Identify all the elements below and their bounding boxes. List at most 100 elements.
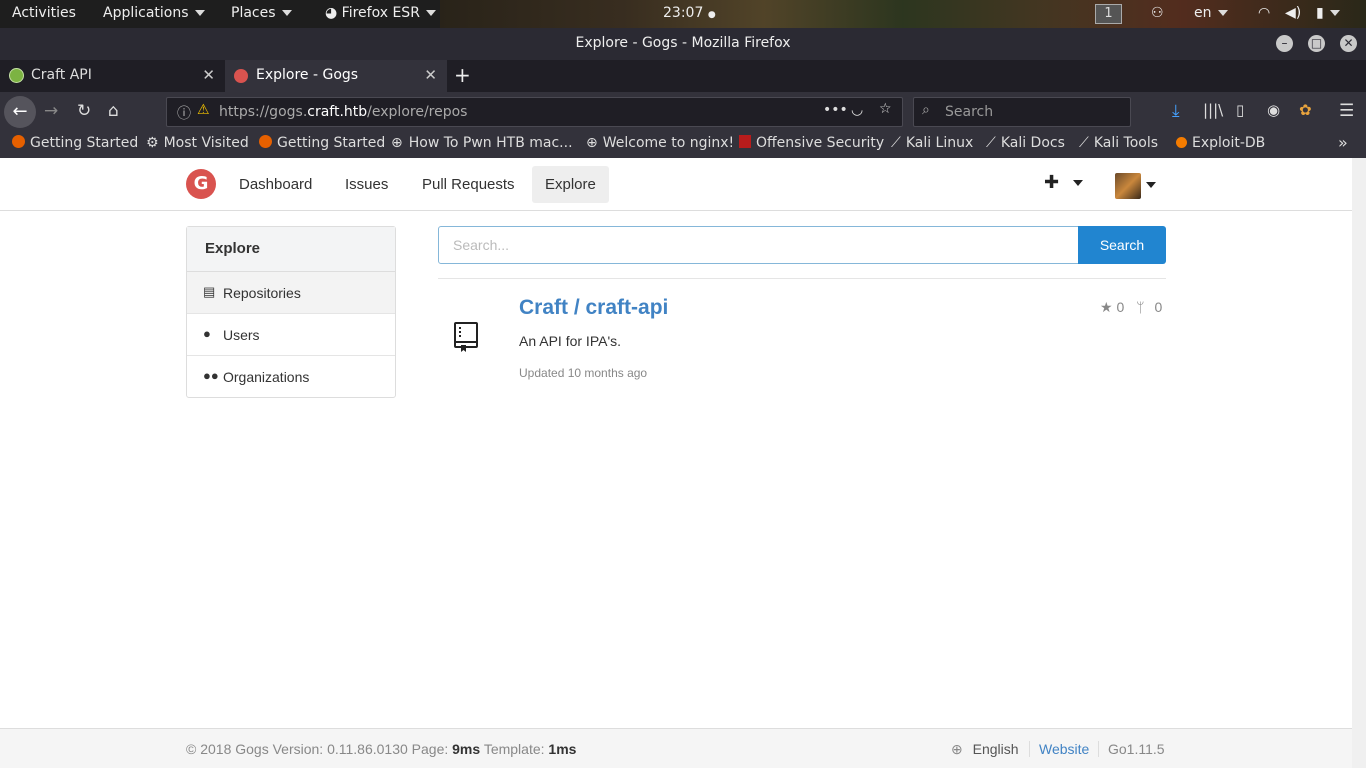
gogs-favicon-icon <box>234 69 248 83</box>
language-menu[interactable]: en <box>1194 5 1228 21</box>
craft-favicon-icon <box>9 68 24 83</box>
sidebar-icon[interactable]: ▯ <box>1236 101 1244 119</box>
close-tab-icon[interactable]: ✕ <box>424 66 437 84</box>
firefox-app-menu[interactable]: ◕ Firefox ESR <box>325 5 436 21</box>
bookmark-kali-linux[interactable]: ⟋ Kali Linux <box>891 135 973 151</box>
window-title: Explore - Gogs - Mozilla Firefox <box>575 35 791 51</box>
chevron-down-icon[interactable] <box>1146 182 1156 188</box>
page-actions-icon[interactable]: ••• <box>823 102 848 118</box>
bookmark-star-icon[interactable]: ☆ <box>879 101 892 117</box>
page-footer: © 2018 Gogs Version: 0.11.86.0130 Page: … <box>0 728 1352 768</box>
star-count: 0 <box>1116 299 1125 315</box>
book-icon: ▤ <box>203 284 216 299</box>
sidebar-item-repositories[interactable]: ▤ Repositories <box>187 272 395 314</box>
info-icon[interactable]: ⓘ <box>177 103 191 123</box>
sidebar-title: Explore <box>187 227 395 272</box>
firefox-icon <box>259 135 272 148</box>
nav-explore[interactable]: Explore <box>532 166 609 203</box>
gogs-header: G Dashboard Issues Pull Requests Explore… <box>0 158 1352 211</box>
gear-icon: ⚙ <box>146 135 159 151</box>
url-text[interactable]: https://gogs.craft.htb/explore/repos <box>219 104 467 120</box>
gogs-logo-icon[interactable]: G <box>186 169 216 199</box>
activities-button[interactable]: Activities <box>12 5 76 21</box>
firefox-icon: ◕ <box>325 5 342 21</box>
clock[interactable]: 23:07 ● <box>663 5 716 21</box>
nav-pull-requests[interactable]: Pull Requests <box>422 176 515 193</box>
close-tab-icon[interactable]: ✕ <box>202 66 215 84</box>
places-menu[interactable]: Places <box>231 5 292 21</box>
kali-dragon-icon: ⟋ <box>986 135 996 151</box>
scrollbar[interactable] <box>1352 158 1366 768</box>
bookmark-nginx[interactable]: ⊕ Welcome to nginx! <box>586 135 734 151</box>
tab-label: Explore - Gogs <box>256 67 359 83</box>
chevron-down-icon <box>194 10 205 16</box>
website-link[interactable]: Website <box>1029 741 1089 757</box>
explore-sidebar: Explore ▤ Repositories ● Users ●● Organizat… <box>186 226 396 398</box>
insecure-warning-icon[interactable]: ⚠ <box>197 102 210 118</box>
home-button[interactable]: ⌂ <box>108 101 119 121</box>
offsec-icon <box>739 135 751 148</box>
firefox-icon <box>12 135 25 148</box>
library-icon[interactable]: |||\ <box>1203 101 1223 119</box>
tab-label: Craft API <box>31 67 92 83</box>
menu-icon[interactable]: ☰ <box>1339 101 1354 121</box>
minimize-button[interactable]: – <box>1276 35 1293 52</box>
globe-icon: ⊕ <box>951 741 963 757</box>
search-input[interactable] <box>438 226 1079 264</box>
repo-stats: ★ 0 ᛘ 0 <box>1100 299 1162 316</box>
create-new-menu[interactable]: ✚ <box>1044 172 1083 193</box>
pocket-icon[interactable]: ◡ <box>851 102 863 118</box>
applications-menu[interactable]: Applications <box>103 5 205 21</box>
chevron-down-icon <box>1217 10 1228 16</box>
sidebar-item-organizations[interactable]: ●● Organizations <box>187 356 395 398</box>
browser-search-input[interactable]: ⌕ Search <box>913 97 1131 127</box>
footer-version: © 2018 Gogs Version: 0.11.86.0130 Page: … <box>186 741 577 757</box>
globe-icon: ⊕ <box>586 135 598 151</box>
tab-explore-gogs[interactable]: Explore - Gogs ✕ <box>225 60 447 92</box>
forward-button[interactable]: → <box>44 101 58 121</box>
bookmark-most-visited[interactable]: ⚙ Most Visited <box>146 135 249 151</box>
back-button[interactable]: ← <box>4 96 36 128</box>
url-bar[interactable]: ⓘ ⚠ https://gogs.craft.htb/explore/repos… <box>166 97 903 127</box>
sidebar-item-users[interactable]: ● Users <box>187 314 395 356</box>
chevron-down-icon <box>281 10 292 16</box>
web-page: G Dashboard Issues Pull Requests Explore… <box>0 158 1352 768</box>
bookmark-exploit-db[interactable]: Exploit-DB <box>1176 135 1265 151</box>
bookmark-kali-docs[interactable]: ⟋ Kali Docs <box>986 135 1065 151</box>
more-bookmarks-icon[interactable]: » <box>1338 133 1348 152</box>
repo-link[interactable]: Craft / craft-api <box>519 296 668 320</box>
bookmark-pwn-htb[interactable]: ⊕ How To Pwn HTB mac... <box>391 135 573 151</box>
reload-button[interactable]: ↻ <box>77 101 91 121</box>
fork-icon: ᛘ <box>1136 299 1145 315</box>
system-top-bar: Activities Applications Places ◕ Firefox… <box>0 0 1366 28</box>
notification-dot-icon: ● <box>707 10 716 20</box>
organization-icon: ●● <box>203 368 219 383</box>
globe-icon: ⊕ <box>391 135 403 151</box>
new-tab-button[interactable]: + <box>454 63 471 87</box>
exploit-db-icon <box>1176 137 1187 148</box>
avatar[interactable] <box>1115 173 1141 199</box>
account-icon[interactable]: ◉ <box>1267 101 1280 119</box>
repo-book-icon <box>454 322 478 352</box>
language-selector[interactable]: ⊕ English <box>951 741 1019 758</box>
tab-craft-api[interactable]: Craft API ✕ <box>0 60 225 92</box>
people-icon[interactable]: ⚇ <box>1151 5 1164 21</box>
volume-icon[interactable]: ◀) <box>1285 5 1301 21</box>
workspace-indicator[interactable]: 1 <box>1095 4 1122 24</box>
navigation-toolbar: ← → ↻ ⌂ ⓘ ⚠ https://gogs.craft.htb/explo… <box>0 92 1366 132</box>
close-window-button[interactable]: ✕ <box>1340 35 1357 52</box>
extension-icon[interactable]: ✿ <box>1299 101 1312 119</box>
downloads-icon[interactable]: ⤓ <box>1172 101 1180 121</box>
nav-issues[interactable]: Issues <box>345 176 388 193</box>
battery-icon[interactable]: ▮ <box>1316 5 1340 21</box>
bookmark-offensive-security[interactable]: Offensive Security <box>739 135 884 151</box>
bookmark-getting-started-2[interactable]: Getting Started <box>259 135 385 151</box>
nav-dashboard[interactable]: Dashboard <box>239 176 312 193</box>
maximize-button[interactable]: □ <box>1308 35 1325 52</box>
search-button[interactable]: Search <box>1078 226 1166 264</box>
wifi-icon[interactable]: ◠ <box>1258 5 1270 21</box>
bookmark-getting-started[interactable]: Getting Started <box>12 135 138 151</box>
bookmark-kali-tools[interactable]: ⟋ Kali Tools <box>1079 135 1158 151</box>
fork-count: 0 <box>1154 299 1163 315</box>
go-version: Go1.11.5 <box>1098 741 1165 757</box>
